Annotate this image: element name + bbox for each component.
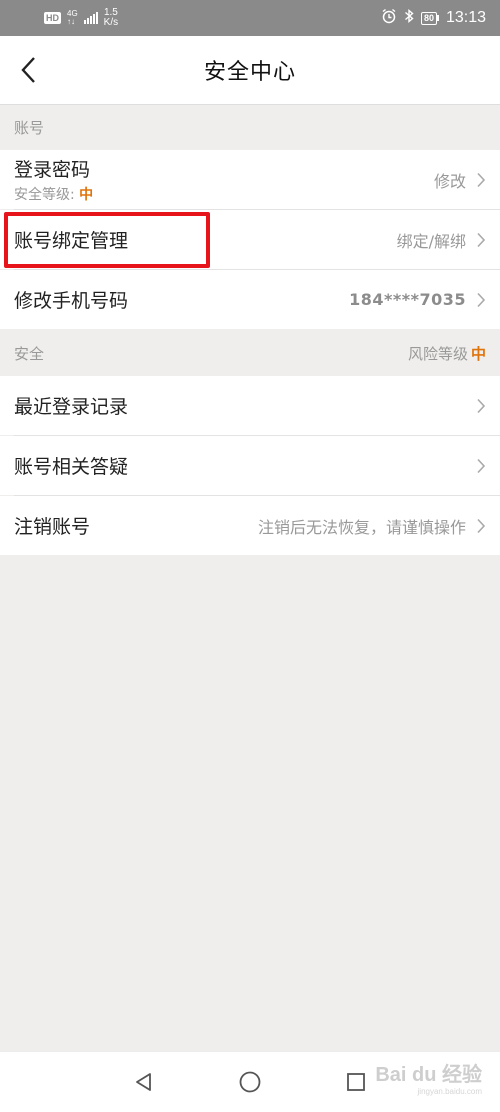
row-right: 184****7035 [349, 290, 486, 309]
row-right: 绑定/解绑 [397, 228, 486, 252]
chevron-right-icon [476, 232, 486, 248]
home-circle-icon [239, 1071, 261, 1093]
battery-level: 80 [420, 11, 437, 25]
row-right [476, 458, 486, 474]
risk-level-indicator: 风险等级中 [408, 343, 486, 364]
status-bar: HD 4G ↑↓ 1.5 K/s 80 13:13 [0, 0, 500, 36]
watermark-text: Bai du 经验 [375, 1064, 482, 1086]
bluetooth-icon [404, 8, 414, 29]
section-header-security: 安全 风险等级中 [0, 330, 500, 376]
bind-unbind-action: 绑定/解绑 [396, 231, 466, 251]
row-label: 最近登录记录 [14, 396, 129, 418]
row-main: 登录密码 安全等级: 中 [14, 155, 93, 204]
speed-unit: K/s [103, 17, 119, 28]
row-label: 账号相关答疑 [14, 456, 129, 478]
recents-square-icon [347, 1073, 365, 1091]
alarm-icon [381, 8, 397, 29]
row-label: 登录密码 [14, 159, 91, 181]
page-title: 安全中心 [203, 60, 296, 85]
network-type-bottom: ↑↓ [67, 17, 75, 26]
risk-level-value: 中 [470, 344, 486, 363]
row-main: 修改手机号码 [14, 286, 128, 313]
row-main: 注销账号 [14, 512, 90, 539]
watermark-sub: jingyan.baidu.com [417, 1087, 482, 1096]
chevron-right-icon [476, 518, 486, 534]
network-speed: 1.5 K/s [104, 8, 118, 28]
row-main: 账号绑定管理 [14, 226, 128, 253]
row-label: 修改手机号码 [14, 290, 129, 312]
section-title-security: 安全 [14, 344, 45, 363]
section-title-account: 账号 [14, 119, 45, 137]
watermark: Bai du 经验 jingyan.baidu.com [375, 1058, 482, 1096]
cancel-account-warning: 注销后无法恢复，请谨慎操作 [257, 517, 466, 537]
risk-label: 风险等级 [407, 344, 468, 363]
back-button[interactable] [14, 54, 44, 86]
row-cancel-account[interactable]: 注销账号 注销后无法恢复，请谨慎操作 [0, 496, 500, 555]
row-label: 注销账号 [14, 516, 91, 538]
row-account-binding[interactable]: 账号绑定管理 绑定/解绑 [0, 210, 500, 269]
chevron-left-icon [21, 57, 35, 83]
chevron-right-icon [476, 292, 486, 308]
battery-icon: 80 [420, 11, 439, 25]
row-right [476, 398, 486, 414]
hd-badge: HD [44, 12, 61, 24]
row-recent-logins[interactable]: 最近登录记录 [0, 376, 500, 435]
modify-action: 修改 [433, 171, 466, 191]
signal-icon [83, 12, 98, 24]
row-right: 修改 [434, 168, 486, 192]
row-login-password[interactable]: 登录密码 安全等级: 中 修改 [0, 150, 500, 209]
phone-number: 184****7035 [349, 290, 466, 309]
security-level-prefix: 安全等级: [14, 187, 80, 203]
row-right: 注销后无法恢复，请谨慎操作 [258, 514, 486, 538]
app-header: 安全中心 [0, 36, 500, 105]
status-left: HD 4G ↑↓ 1.5 K/s [44, 8, 118, 28]
security-level-value: 中 [79, 187, 94, 203]
chevron-right-icon [476, 398, 486, 414]
row-change-phone[interactable]: 修改手机号码 184****7035 [0, 270, 500, 329]
nav-back-button[interactable] [91, 1052, 197, 1112]
chevron-right-icon [476, 172, 486, 188]
status-right: 80 13:13 [381, 8, 486, 29]
row-account-faq[interactable]: 账号相关答疑 [0, 436, 500, 495]
clock: 13:13 [445, 9, 486, 26]
row-label: 账号绑定管理 [14, 230, 129, 252]
network-type: 4G ↑↓ [67, 10, 78, 26]
back-triangle-icon [136, 1073, 151, 1091]
chevron-right-icon [476, 458, 486, 474]
section-header-account: 账号 [0, 105, 500, 150]
security-level-text: 安全等级: 中 [14, 184, 93, 204]
row-main: 账号相关答疑 [14, 452, 128, 479]
row-main: 最近登录记录 [14, 392, 128, 419]
nav-home-button[interactable] [197, 1052, 303, 1112]
